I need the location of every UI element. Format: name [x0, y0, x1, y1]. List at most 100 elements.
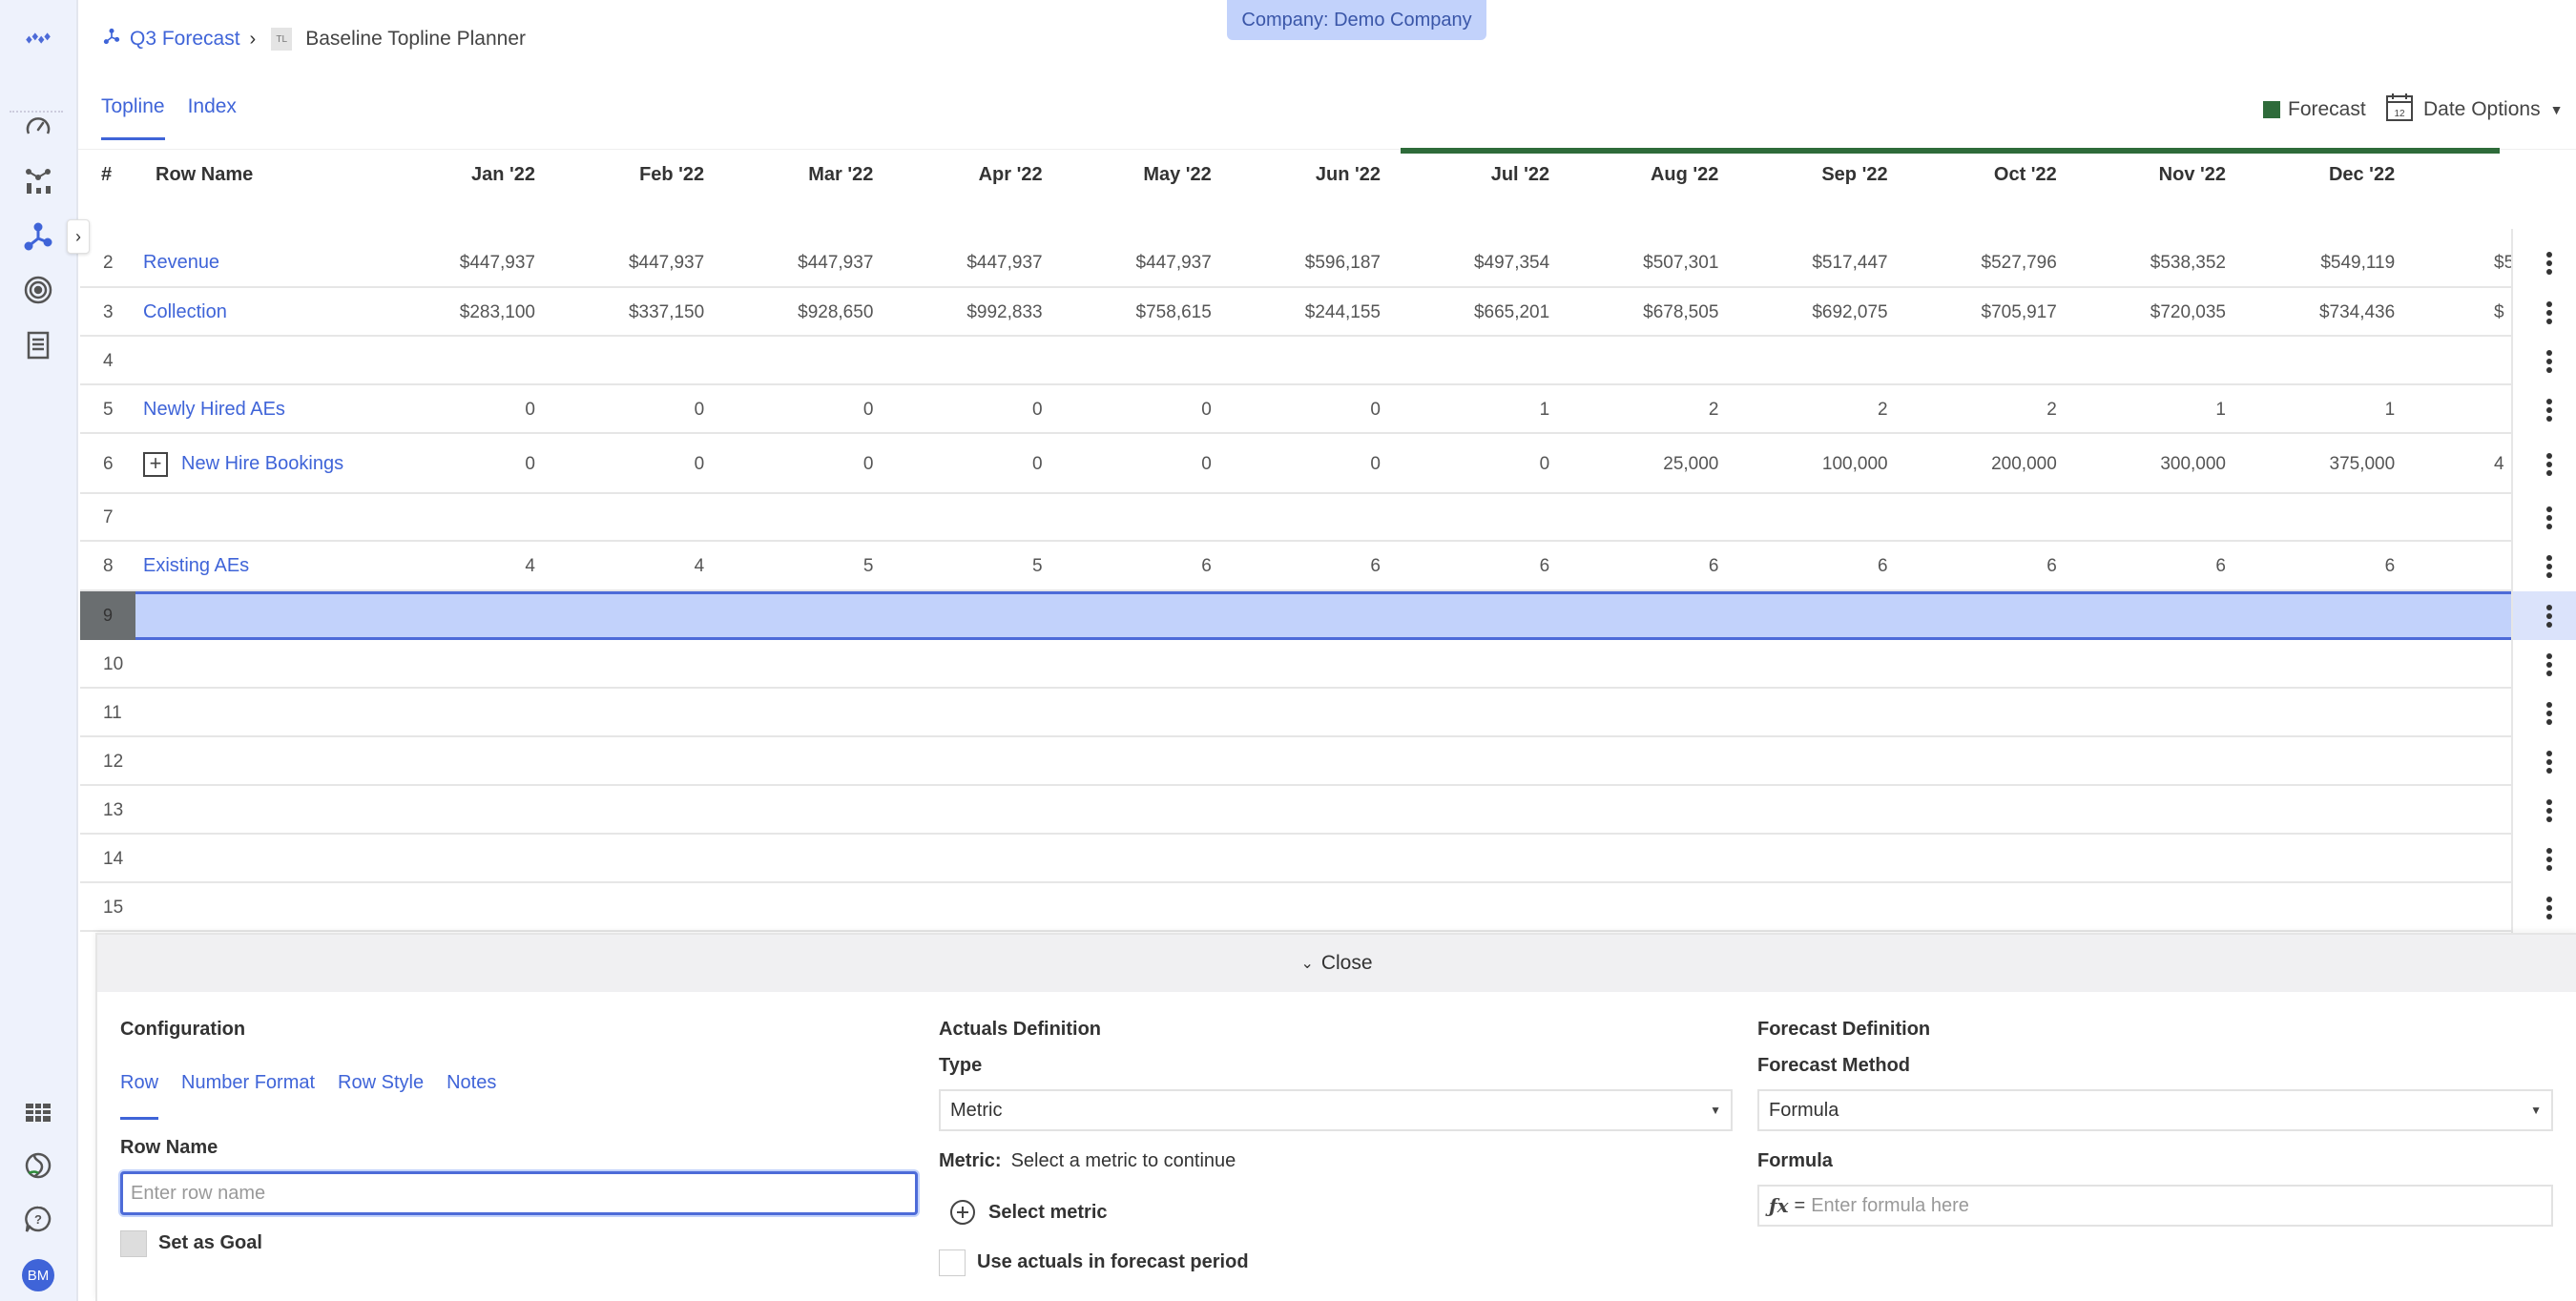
select-metric-button[interactable]: Select metric — [948, 1198, 1108, 1227]
table-row[interactable]: 12 — [80, 737, 2512, 786]
table-cell[interactable]: $692,075 — [1735, 302, 1887, 323]
table-cell[interactable]: 4 — [551, 556, 705, 577]
table-cell[interactable]: 5 — [890, 556, 1043, 577]
table-cell-clipped[interactable]: 4 — [2494, 454, 2513, 475]
table-cell[interactable]: $447,937 — [551, 253, 704, 274]
table-cell[interactable]: $447,937 — [890, 253, 1042, 274]
table-cell[interactable]: 2 — [1735, 400, 1888, 421]
table-cell[interactable]: 6 — [1397, 556, 1550, 577]
reports-document-icon[interactable] — [19, 326, 57, 364]
row-number[interactable]: 9 — [80, 591, 135, 640]
actuals-type-select[interactable]: Metric ▼ — [939, 1089, 1733, 1131]
table-cell[interactable]: $447,937 — [1059, 253, 1212, 274]
table-cell[interactable]: 5 — [720, 556, 874, 577]
row-name-link[interactable]: Newly Hired AEs — [143, 399, 285, 421]
table-cell[interactable]: 100,000 — [1735, 454, 1888, 475]
row-menu-kebab-icon[interactable] — [2533, 835, 2566, 883]
table-cell[interactable]: $527,796 — [1904, 253, 2057, 274]
table-cell[interactable]: 1 — [1397, 400, 1550, 421]
table-cell[interactable]: $549,119 — [2242, 253, 2395, 274]
expand-plus-icon[interactable]: + — [143, 451, 168, 477]
row-menu-kebab-icon[interactable] — [2533, 434, 2566, 494]
table-cell[interactable]: $596,187 — [1228, 253, 1381, 274]
table-cell[interactable]: 2 — [1904, 400, 2057, 421]
subtab-notes[interactable]: Notes — [447, 1072, 496, 1120]
table-cell[interactable]: $517,447 — [1735, 253, 1887, 274]
row-name-link[interactable]: Revenue — [143, 252, 219, 274]
table-row-selected[interactable]: 9 — [80, 591, 2512, 640]
table-row[interactable]: 14 — [80, 835, 2512, 883]
row-name-link[interactable]: Collection — [143, 301, 227, 323]
table-cell[interactable]: 0 — [1059, 454, 1212, 475]
table-cell[interactable]: 6 — [2242, 556, 2396, 577]
help-icon[interactable]: ? — [19, 1200, 57, 1238]
table-cell[interactable]: $928,650 — [720, 302, 873, 323]
analytics-icon[interactable] — [19, 162, 57, 200]
row-menu-kebab-icon[interactable] — [2533, 337, 2566, 385]
row-menu-kebab-icon[interactable] — [2533, 288, 2566, 337]
table-cell[interactable]: 25,000 — [1566, 454, 1718, 475]
table-row[interactable]: 8 Existing AEs 4 4 5 5 6 6 6 6 6 6 6 6 — [80, 542, 2512, 591]
table-cell[interactable]: $507,301 — [1566, 253, 1718, 274]
table-cell[interactable]: $538,352 — [2073, 253, 2226, 274]
subtab-row[interactable]: Row — [120, 1072, 159, 1120]
table-cell[interactable]: 0 — [720, 400, 874, 421]
table-cell[interactable]: $337,150 — [551, 302, 704, 323]
sidebar-expand-toggle[interactable]: › — [67, 219, 90, 254]
table-cell[interactable]: 6 — [1735, 556, 1888, 577]
table-cell-clipped[interactable]: $5 — [2494, 253, 2513, 274]
subtab-number-format[interactable]: Number Format — [181, 1072, 315, 1120]
table-cell[interactable]: 0 — [551, 400, 705, 421]
table-row[interactable]: 3 Collection $283,100 $337,150 $928,650 $992,… — [80, 288, 2512, 337]
row-menu-kebab-icon[interactable] — [2533, 238, 2566, 288]
logo-icon[interactable] — [19, 19, 57, 57]
row-menu-kebab-icon[interactable] — [2533, 385, 2566, 434]
row-menu-kebab-icon[interactable] — [2533, 737, 2566, 786]
table-cell[interactable]: 6 — [1904, 556, 2057, 577]
table-row[interactable]: 2 Revenue $447,937 $447,937 $447,937 $447,937… — [80, 238, 2513, 288]
row-menu-kebab-icon[interactable] — [2533, 640, 2566, 689]
table-cell[interactable]: 4 — [383, 556, 535, 577]
goals-target-icon[interactable] — [19, 271, 57, 309]
integrations-icon[interactable] — [19, 1146, 57, 1185]
table-row[interactable]: 4 — [80, 337, 2512, 385]
table-cell[interactable]: 6 — [1228, 556, 1381, 577]
table-cell[interactable]: $992,833 — [890, 302, 1042, 323]
table-cell[interactable]: 200,000 — [1904, 454, 2057, 475]
formula-input[interactable]: ƒx = Enter formula here — [1757, 1185, 2553, 1227]
table-cell[interactable]: 0 — [383, 400, 535, 421]
table-row[interactable]: 10 — [80, 640, 2512, 689]
table-cell[interactable]: $665,201 — [1397, 302, 1549, 323]
table-cell[interactable]: $720,035 — [2073, 302, 2226, 323]
table-row[interactable]: 13 — [80, 786, 2512, 835]
row-menu-kebab-icon[interactable] — [2533, 494, 2566, 542]
company-badge[interactable]: Company: Demo Company — [1227, 0, 1486, 40]
table-cell[interactable]: 0 — [890, 454, 1043, 475]
table-row[interactable]: 15 — [80, 883, 2512, 932]
table-cell[interactable]: $678,505 — [1566, 302, 1718, 323]
row-menu-kebab-icon[interactable] — [2533, 591, 2566, 640]
table-cell[interactable]: 0 — [1228, 400, 1381, 421]
table-cell[interactable]: 6 — [2073, 556, 2226, 577]
table-cell[interactable]: $758,615 — [1059, 302, 1212, 323]
table-cell[interactable]: $705,917 — [1904, 302, 2057, 323]
row-menu-kebab-icon[interactable] — [2533, 883, 2566, 932]
table-cell[interactable]: $497,354 — [1397, 253, 1549, 274]
close-panel-button[interactable]: ⌄ Close — [97, 935, 2576, 992]
table-cell[interactable]: $283,100 — [383, 302, 535, 323]
date-options-dropdown[interactable]: 12 Date Options ▼ — [2385, 92, 2563, 128]
breadcrumb-parent-link[interactable]: Q3 Forecast — [130, 28, 240, 51]
table-cell-clipped[interactable]: $ — [2494, 302, 2513, 323]
table-row[interactable]: 7 — [80, 494, 2512, 542]
table-cell[interactable]: 0 — [551, 454, 705, 475]
table-cell[interactable]: 2 — [1566, 400, 1719, 421]
table-cell[interactable]: 0 — [890, 400, 1043, 421]
table-cell[interactable]: $244,155 — [1228, 302, 1381, 323]
table-row[interactable]: 11 — [80, 689, 2512, 737]
table-cell[interactable]: 6 — [1059, 556, 1212, 577]
table-cell[interactable]: 6 — [1566, 556, 1719, 577]
row-menu-kebab-icon[interactable] — [2533, 786, 2566, 835]
planning-icon[interactable] — [19, 217, 57, 256]
dashboard-gauge-icon[interactable] — [19, 107, 57, 145]
table-row[interactable]: 6 + New Hire Bookings 0 0 0 0 0 0 0 25,000 100,000 2… — [80, 434, 2512, 494]
